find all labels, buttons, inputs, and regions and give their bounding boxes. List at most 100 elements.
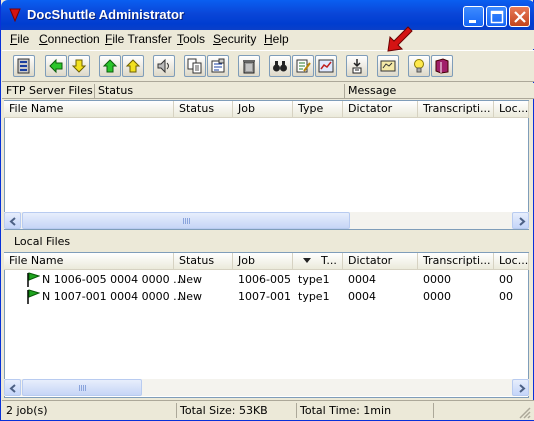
upload-left-button[interactable]	[45, 55, 67, 77]
send-up-button[interactable]	[99, 55, 121, 77]
speaker-icon	[157, 58, 169, 74]
table-row[interactable]: N 1007-001 0004 0000 ... New 1007-001 ty…	[4, 289, 529, 305]
download-left-button[interactable]	[68, 55, 90, 77]
menu-connection[interactable]: Connection	[39, 32, 100, 46]
scroll-right-button[interactable]	[512, 379, 529, 396]
find-button[interactable]	[269, 55, 291, 77]
divider	[94, 84, 95, 98]
file-name-cell: N 1007-001 0004 0000 ...	[42, 290, 184, 303]
options-button[interactable]	[377, 55, 399, 77]
menu-file[interactable]: File	[10, 32, 29, 46]
type-cell: type1	[298, 290, 330, 303]
play-audio-button[interactable]	[153, 55, 175, 77]
divider	[296, 403, 297, 418]
connect-server-button[interactable]	[13, 55, 35, 77]
local-horizontal-scrollbar[interactable]	[4, 379, 529, 396]
job-count-text: 2 job(s)	[6, 404, 48, 417]
file-name-cell: N 1006-005 0004 0000 ...	[42, 273, 184, 286]
help-book-button[interactable]	[431, 55, 453, 77]
app-logo-icon	[9, 8, 21, 23]
properties-button[interactable]	[207, 55, 229, 77]
table-row[interactable]: N 1006-005 0004 0000 ... New 1006-005 ty…	[4, 272, 529, 288]
type-cell: type1	[298, 273, 330, 286]
arrow-left-icon	[9, 384, 16, 393]
ftp-list-header: File Name Status Job Type Dictator Trans…	[4, 101, 529, 118]
window-title: DocShuttle Administrator	[27, 7, 184, 22]
ftp-horizontal-scrollbar[interactable]	[4, 212, 529, 229]
scroll-thumb[interactable]	[22, 379, 142, 396]
menu-security[interactable]: Security	[213, 32, 256, 46]
job-cell: 1007-001	[238, 290, 291, 303]
col-transcriptionist[interactable]: Transcripti...	[418, 101, 494, 117]
location-cell: 00	[499, 273, 513, 286]
divider	[433, 403, 434, 418]
panel-header-strip: FTP Server Files Status Message	[2, 83, 534, 99]
col-transcriptionist[interactable]: Transcripti...	[418, 253, 494, 269]
copy-button[interactable]	[184, 55, 206, 77]
minimize-button[interactable]	[463, 6, 484, 27]
yellow-arrow-up-icon	[125, 59, 141, 73]
col-dictator[interactable]: Dictator	[343, 253, 418, 269]
divider	[344, 84, 345, 98]
menu-tools[interactable]: Tools	[177, 32, 205, 46]
report-button[interactable]	[315, 55, 337, 77]
transfer-button[interactable]	[346, 55, 368, 77]
green-arrow-up-icon	[102, 59, 118, 73]
scroll-left-button[interactable]	[4, 379, 21, 396]
sort-descending-icon	[303, 258, 311, 263]
server-icon	[17, 58, 30, 74]
recycle-button[interactable]	[238, 55, 260, 77]
dictator-cell: 0004	[348, 273, 376, 286]
transcriptionist-cell: 0000	[423, 290, 451, 303]
col-dictator[interactable]: Dictator	[343, 101, 418, 117]
arrow-left-icon	[9, 217, 16, 226]
menu-bar: File Connection File Transfer Tools Secu…	[2, 30, 534, 49]
app-window: DocShuttle Administrator File Connection…	[0, 0, 534, 421]
report-icon	[318, 59, 334, 73]
pointer-arrow-icon	[387, 26, 413, 52]
edit-job-button[interactable]	[292, 55, 314, 77]
menu-file-transfer[interactable]: File Transfer	[105, 32, 172, 46]
ftp-server-files-list[interactable]	[4, 100, 529, 230]
local-files-label: Local Files	[14, 235, 71, 248]
scroll-right-button[interactable]	[512, 212, 529, 229]
col-file-name[interactable]: File Name	[4, 101, 174, 117]
arrow-right-icon	[519, 217, 526, 226]
edit-document-icon	[296, 59, 311, 73]
resize-grip-icon[interactable]	[518, 406, 531, 419]
close-button[interactable]	[509, 6, 530, 27]
close-icon	[514, 11, 526, 23]
col-location[interactable]: Loc...	[494, 253, 529, 269]
title-bar[interactable]: DocShuttle Administrator	[1, 0, 534, 30]
properties-icon	[211, 58, 225, 73]
green-flag-icon	[27, 272, 40, 287]
receive-up-button[interactable]	[122, 55, 144, 77]
yellow-arrow-down-icon	[71, 59, 87, 73]
col-job[interactable]: Job	[233, 101, 293, 117]
col-file-name[interactable]: File Name	[4, 253, 174, 269]
arrow-right-icon	[519, 384, 526, 393]
maximize-icon	[490, 10, 504, 24]
lightbulb-icon	[414, 59, 424, 73]
options-icon	[380, 60, 396, 72]
book-icon	[435, 58, 449, 74]
ftp-server-files-label: FTP Server Files	[6, 84, 93, 97]
scroll-left-button[interactable]	[4, 212, 21, 229]
transcriptionist-cell: 0000	[423, 273, 451, 286]
col-type[interactable]: T...	[293, 253, 343, 269]
maximize-button[interactable]	[486, 6, 507, 27]
tips-button[interactable]	[408, 55, 430, 77]
toolbar	[2, 26, 534, 82]
col-location[interactable]: Loc...	[494, 101, 529, 117]
binoculars-icon	[273, 61, 287, 72]
menu-help[interactable]: Help	[264, 32, 289, 46]
col-job[interactable]: Job	[233, 253, 293, 269]
col-type[interactable]: Type	[293, 101, 343, 117]
scroll-thumb[interactable]	[22, 212, 350, 229]
col-status[interactable]: Status	[174, 253, 233, 269]
transfer-icon	[352, 59, 362, 74]
status-label: Status	[98, 84, 134, 97]
dictator-cell: 0004	[348, 290, 376, 303]
col-status[interactable]: Status	[174, 101, 233, 117]
green-arrow-left-icon	[49, 58, 63, 74]
